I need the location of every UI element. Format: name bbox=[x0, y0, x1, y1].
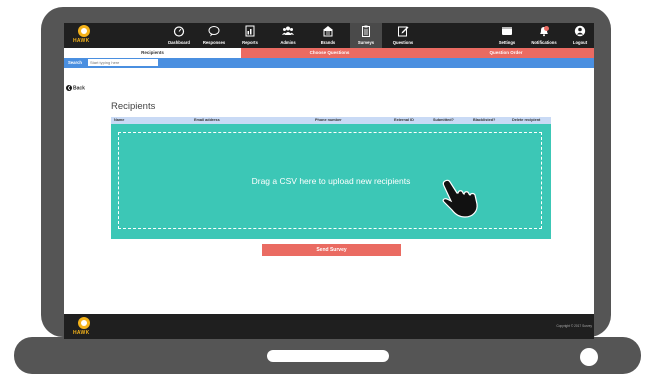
chevron-left-icon: ❮ bbox=[66, 85, 72, 91]
column-header-phone[interactable]: Phone number bbox=[315, 118, 342, 122]
report-chart-icon bbox=[245, 25, 255, 37]
tab-question-order[interactable]: Question Order bbox=[418, 48, 594, 58]
nav-admins[interactable]: Admins bbox=[274, 23, 302, 48]
edit-document-icon bbox=[398, 26, 409, 37]
nav-settings[interactable]: Settings bbox=[494, 23, 520, 48]
nav-brands[interactable]: Brands bbox=[314, 23, 342, 48]
nav-reports[interactable]: Reports bbox=[238, 23, 262, 48]
nav-responses-label: Responses bbox=[202, 40, 226, 45]
nav-notifications[interactable]: Notifications bbox=[528, 23, 560, 48]
page-title: Recipients bbox=[111, 101, 156, 112]
column-header-submitted[interactable]: Submitted? bbox=[433, 118, 454, 122]
csv-dropzone[interactable]: Drag a CSV here to upload new recipients bbox=[111, 124, 551, 239]
pointing-hand-icon bbox=[442, 179, 478, 218]
dropzone-text: Drag a CSV here to upload new recipients bbox=[251, 176, 411, 186]
survey-step-tabs: Recipients Choose Questions Question Ord… bbox=[64, 48, 594, 58]
recipients-table-header: Name Email address Phone number External… bbox=[111, 117, 551, 124]
column-header-name[interactable]: Name bbox=[114, 118, 124, 122]
back-link[interactable]: ❮ Back bbox=[66, 85, 85, 91]
search-bar: Search bbox=[64, 58, 594, 68]
nav-logout[interactable]: Logout bbox=[569, 23, 591, 48]
clipboard-icon bbox=[362, 25, 370, 37]
nav-dashboard[interactable]: Dashboard bbox=[164, 23, 194, 48]
nav-surveys[interactable]: Surveys bbox=[350, 23, 382, 48]
send-survey-button[interactable]: Send Survey bbox=[262, 244, 401, 256]
back-label: Back bbox=[73, 85, 85, 92]
search-input[interactable] bbox=[88, 59, 158, 66]
footer-logo-text: HAWK bbox=[73, 330, 90, 336]
settings-window-icon bbox=[502, 27, 512, 35]
nav-logout-label: Logout bbox=[572, 40, 588, 45]
notification-badge bbox=[544, 26, 549, 31]
column-header-external-id[interactable]: External ID bbox=[394, 118, 414, 122]
column-header-delete[interactable]: Delete recipient bbox=[512, 118, 540, 122]
top-nav-bar: HAWK Dashboard Responses Reports Admins … bbox=[64, 23, 594, 48]
building-icon bbox=[323, 26, 333, 37]
logo-icon bbox=[78, 25, 90, 37]
nav-questions-label: Questions bbox=[392, 40, 414, 45]
nav-surveys-label: Surveys bbox=[357, 40, 375, 45]
column-header-blacklisted[interactable]: Blacklisted? bbox=[473, 118, 495, 122]
speedometer-icon bbox=[173, 26, 185, 37]
nav-questions[interactable]: Questions bbox=[388, 23, 418, 48]
users-group-icon bbox=[282, 26, 294, 35]
tab-recipients[interactable]: Recipients bbox=[64, 48, 241, 58]
nav-brands-label: Brands bbox=[320, 40, 336, 45]
laptop-trackpad-notch bbox=[267, 350, 389, 362]
brand-logo[interactable]: HAWK bbox=[70, 25, 100, 46]
app-screen: HAWK Dashboard Responses Reports Admins … bbox=[64, 23, 594, 339]
nav-reports-label: Reports bbox=[242, 40, 258, 45]
nav-notifications-label: Notifications bbox=[531, 40, 557, 45]
user-circle-icon bbox=[574, 25, 586, 37]
footer-logo: HAWK bbox=[70, 317, 100, 338]
search-label: Search bbox=[68, 60, 82, 65]
speech-bubble-icon bbox=[208, 26, 220, 37]
nav-dashboard-label: Dashboard bbox=[168, 40, 190, 45]
copyright-text: Copyright © 2017 Survey bbox=[556, 324, 592, 328]
footer-bar: HAWK Copyright © 2017 Survey bbox=[64, 314, 594, 339]
nav-admins-label: Admins bbox=[280, 40, 296, 45]
tab-choose-questions[interactable]: Choose Questions bbox=[241, 48, 418, 58]
logo-text: HAWK bbox=[73, 38, 90, 44]
nav-settings-label: Settings bbox=[498, 40, 516, 45]
footer-logo-icon bbox=[78, 317, 90, 329]
column-header-email[interactable]: Email address bbox=[194, 118, 220, 122]
laptop-indicator-dot bbox=[580, 348, 598, 366]
nav-responses[interactable]: Responses bbox=[199, 23, 229, 48]
